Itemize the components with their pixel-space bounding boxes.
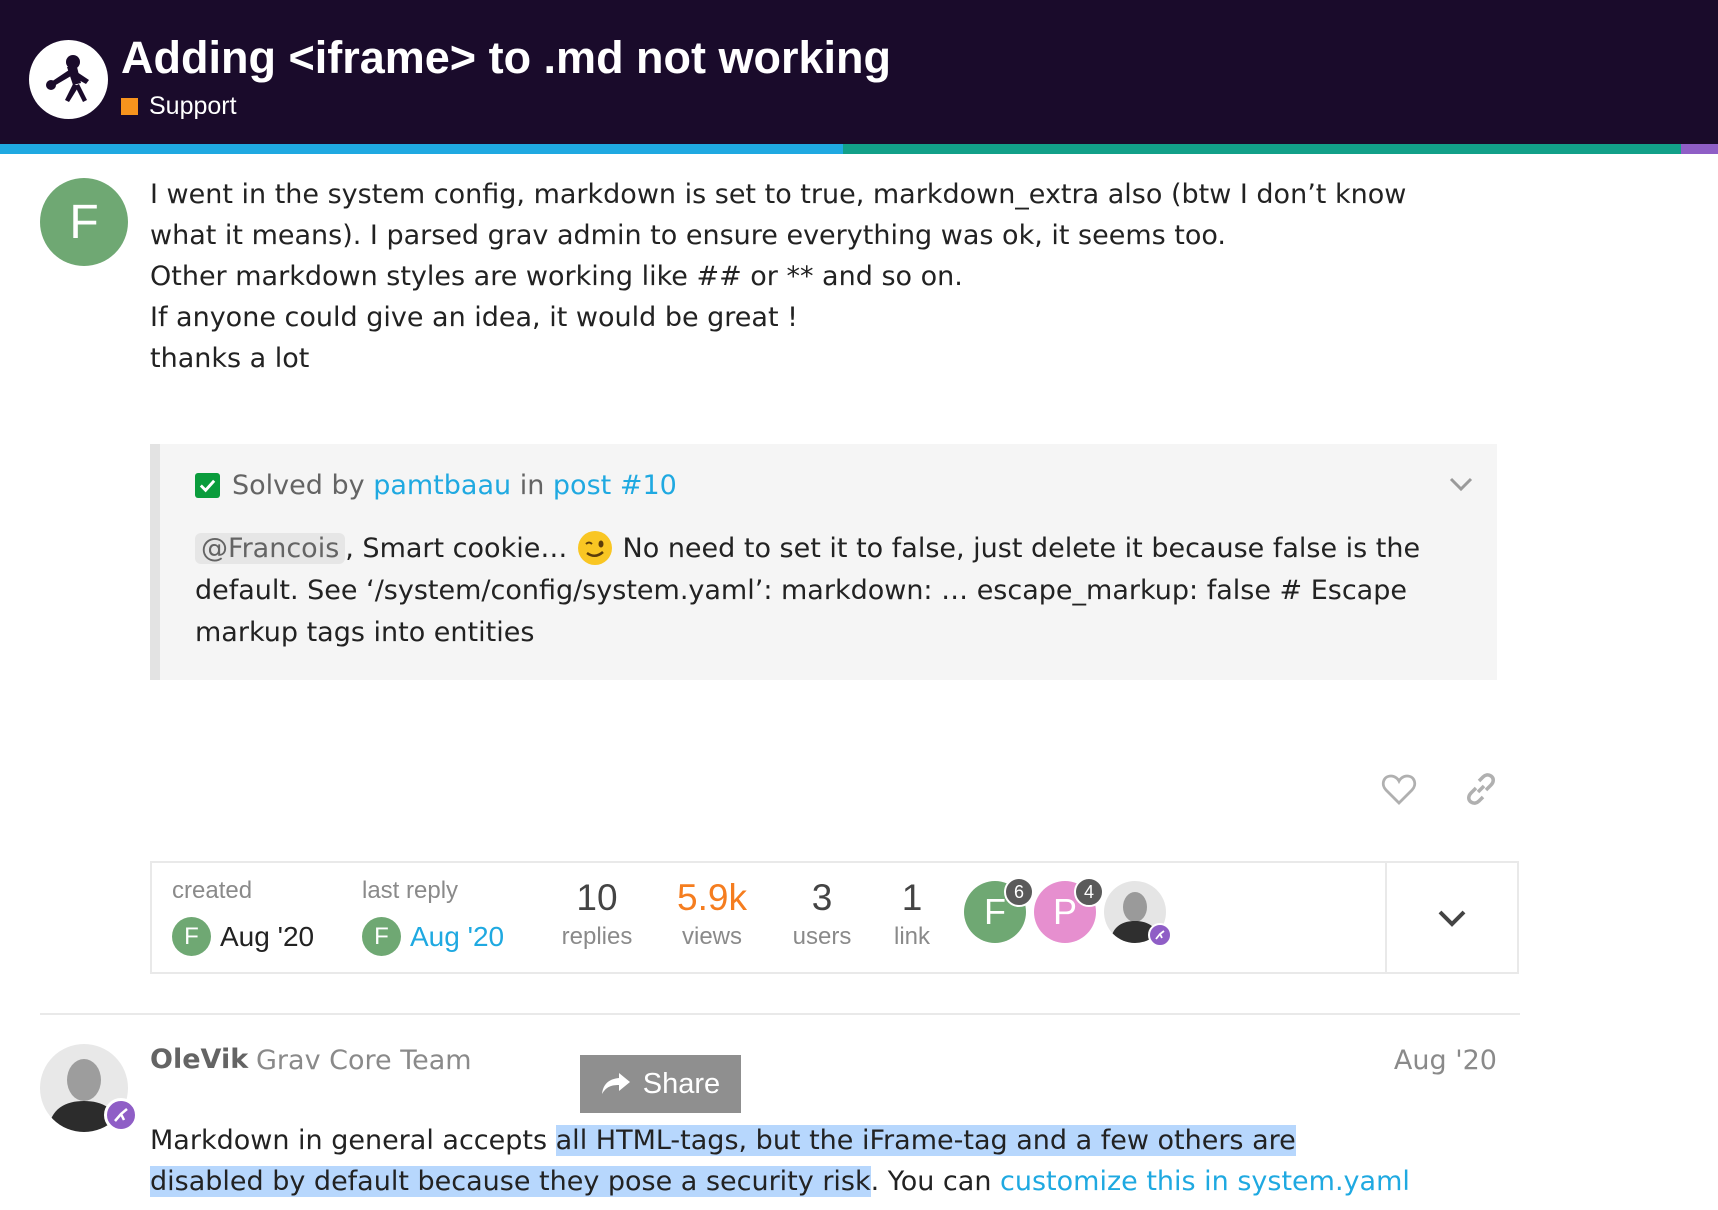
user-mention[interactable]: @Francois [195, 533, 346, 564]
post-line: Markdown in general accepts all HTML-tag… [150, 1125, 1296, 1156]
post-line: Other markdown styles are working like #… [150, 261, 963, 292]
selected-text[interactable]: disabled by default because they pose a … [150, 1166, 871, 1197]
post-author-username[interactable]: OleVik [150, 1044, 248, 1075]
chevron-down-icon[interactable] [1447, 470, 1475, 498]
category-name: Support [149, 92, 237, 120]
checkbox-checked-icon [195, 473, 220, 498]
staff-flair-icon [104, 1098, 138, 1132]
heart-icon[interactable] [1380, 770, 1418, 808]
selected-text[interactable]: all HTML-tags, but the iFrame-tag and a … [555, 1125, 1296, 1156]
solved-by-label: Solved by [232, 470, 365, 501]
topic-header: Adding <iframe> to .md not working Suppo… [0, 0, 1718, 144]
solved-header: Solved by pamtbaau in post #10 [195, 470, 677, 501]
wink-emoji-icon [577, 531, 612, 565]
post-line: If anyone could give an idea, it would b… [150, 302, 798, 333]
expand-topic-map-button[interactable] [1385, 863, 1517, 972]
avatar[interactable]: F [362, 917, 401, 956]
solution-in-label: in [519, 470, 545, 501]
links-stat[interactable]: 1 link [882, 877, 942, 951]
chevron-down-icon [1438, 910, 1466, 927]
link-icon[interactable] [1462, 770, 1500, 808]
staff-flair-icon [1148, 923, 1172, 947]
created-column: created F Aug '20 [172, 877, 314, 956]
topic-map: created F Aug '20 last reply F Aug '20 1… [150, 861, 1519, 974]
avatar[interactable]: F [172, 917, 211, 956]
system-yaml-link[interactable]: customize this in system.yaml [1000, 1166, 1410, 1197]
avatar[interactable]: F [40, 178, 128, 266]
header-color-stripe [0, 144, 1718, 154]
participant-avatar[interactable] [1104, 881, 1172, 947]
post-date[interactable]: Aug '20 [1394, 1045, 1497, 1076]
category-badge[interactable]: Support [121, 92, 237, 121]
post-body: I went in the system config, markdown is… [150, 174, 1510, 379]
created-label: created [172, 877, 253, 904]
last-reply-date-link[interactable]: Aug '20 [410, 921, 504, 953]
participant-post-count: 4 [1074, 877, 1104, 907]
share-icon [601, 1073, 630, 1094]
participant-post-count: 6 [1004, 877, 1034, 907]
category-color-swatch [121, 98, 138, 115]
views-stat: 5.9k views [677, 877, 747, 950]
post-body: Markdown in general accepts all HTML-tag… [150, 1120, 1570, 1202]
post-divider [40, 1013, 1520, 1015]
solution-post-link[interactable]: post #10 [553, 470, 677, 501]
users-stat: 3 users [792, 877, 852, 950]
quote-share-button[interactable]: Share [580, 1055, 741, 1113]
last-reply-label: last reply [362, 877, 459, 904]
solution-excerpt: @Francois, Smart cookie… No need to set … [195, 528, 1485, 654]
post-line: I went in the system config, markdown is… [150, 179, 1407, 210]
post-line: what it means). I parsed grav admin to e… [150, 220, 1227, 251]
post-line: thanks a lot [150, 343, 310, 374]
created-date: Aug '20 [220, 920, 315, 952]
topic-title[interactable]: Adding <iframe> to .md not working [121, 32, 891, 84]
solution-author-link[interactable]: pamtbaau [373, 470, 511, 501]
participant-avatar[interactable]: F 6 [964, 877, 1034, 943]
replies-stat: 10 replies [561, 877, 633, 950]
post-author-title: Grav Core Team [256, 1045, 472, 1076]
grav-astronaut-logo-icon [31, 42, 106, 117]
participant-avatar[interactable]: P 4 [1034, 877, 1104, 943]
last-reply-column: last reply F Aug '20 [362, 877, 504, 956]
post-line: disabled by default because they pose a … [150, 1166, 1410, 1197]
site-logo[interactable] [29, 40, 108, 119]
accepted-answer-box: Solved by pamtbaau in post #10 @Francois… [150, 444, 1497, 680]
